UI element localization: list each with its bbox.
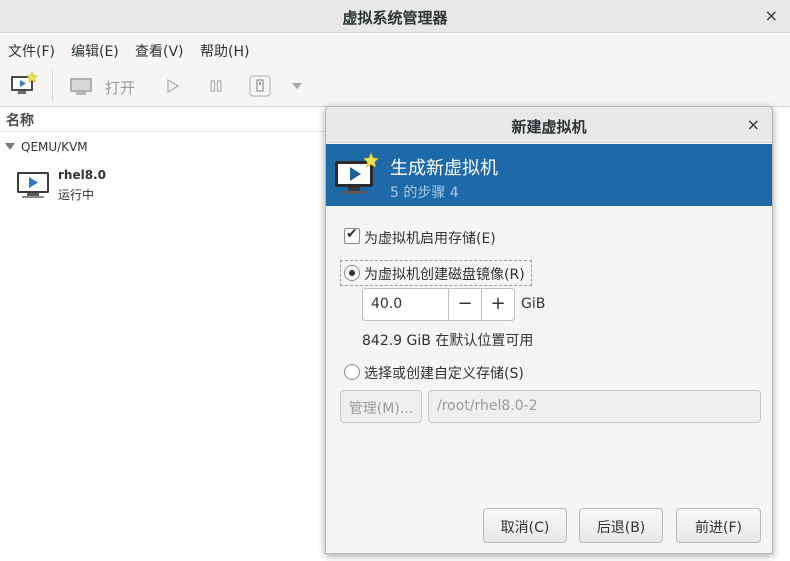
new-vm-icon[interactable] [10,71,38,97]
vm-monitor-icon [17,172,49,198]
run-icon[interactable] [165,78,181,94]
banner-title: 生成新虚拟机 [390,158,498,179]
shutdown-dropdown-icon[interactable] [292,82,302,90]
new-vm-banner-icon [335,152,379,194]
cancel-button-label: 取消(C) [500,520,550,536]
storage-path-value: /root/rhel8.0-2 [437,398,538,414]
storage-path-input[interactable]: /root/rhel8.0-2 [428,390,761,423]
vm-row[interactable]: rhel8.0 运行中 [16,168,316,204]
dialog-titlebar: 新建虚拟机 × [326,107,772,143]
new-vm-dialog: 新建虚拟机 × 生成新虚拟机 5 的步骤 4 ✔ 为虚拟机启用存储(E) 为虚拟… [325,106,773,554]
create-disk-radio[interactable] [344,265,360,281]
increase-size-button[interactable]: + [481,289,514,320]
console-icon[interactable] [69,77,93,97]
decrease-size-button[interactable]: − [448,289,481,320]
radio-selected-dot [349,270,355,276]
toolbar-separator [52,70,53,102]
menu-view[interactable]: 查看(V) [135,41,184,61]
shutdown-icon[interactable] [249,75,271,97]
create-disk-label[interactable]: 为虚拟机创建磁盘镜像(R) [364,264,525,284]
menubar: 文件(F) 编辑(E) 查看(V) 帮助(H) [0,34,790,66]
manage-button-label: 管理(M)... [348,401,414,417]
back-button[interactable]: 后退(B) [579,508,663,543]
dialog-title: 新建虚拟机 [511,118,587,136]
checkmark-icon: ✔ [346,226,358,242]
disk-size-spinbutton[interactable]: 40.0 − + [362,288,515,321]
size-unit: GiB [521,296,546,312]
menu-help[interactable]: 帮助(H) [200,41,249,61]
manage-storage-button[interactable]: 管理(M)... [340,390,422,423]
custom-storage-label[interactable]: 选择或创建自定义存储(S) [364,363,524,383]
menu-file[interactable]: 文件(F) [8,41,55,61]
back-button-label: 后退(B) [596,520,646,536]
main-titlebar: 虚拟系统管理器 × [0,0,790,33]
main-window-title: 虚拟系统管理器 [342,9,448,27]
cancel-button[interactable]: 取消(C) [483,508,567,543]
vm-name: rhel8.0 [58,168,106,182]
column-name-header: 名称 [6,113,34,129]
enable-storage-checkbox[interactable]: ✔ [344,226,360,244]
dialog-banner: 生成新虚拟机 5 的步骤 4 [326,144,772,206]
toolbar: 打开 [0,66,790,107]
disk-size-value[interactable]: 40.0 [371,296,402,312]
banner-step: 5 的步骤 4 [390,185,459,201]
dialog-close-icon[interactable]: × [747,115,760,134]
connection-row[interactable]: QEMU/KVM [0,138,325,158]
custom-storage-radio[interactable] [344,364,360,380]
forward-button-label: 前进(F) [695,520,742,536]
forward-button[interactable]: 前进(F) [676,508,761,543]
main-close-icon[interactable]: × [765,6,778,25]
menu-edit[interactable]: 编辑(E) [71,41,119,61]
vm-list-header[interactable]: 名称 [0,108,325,132]
pause-icon[interactable] [208,78,224,94]
open-button-label[interactable]: 打开 [105,77,135,98]
enable-storage-label[interactable]: 为虚拟机启用存储(E) [364,228,496,248]
available-space-text: 842.9 GiB 在默认位置可用 [362,333,534,349]
vm-state: 运行中 [58,188,95,202]
expander-arrow-icon[interactable] [5,143,15,150]
connection-label: QEMU/KVM [21,140,88,154]
